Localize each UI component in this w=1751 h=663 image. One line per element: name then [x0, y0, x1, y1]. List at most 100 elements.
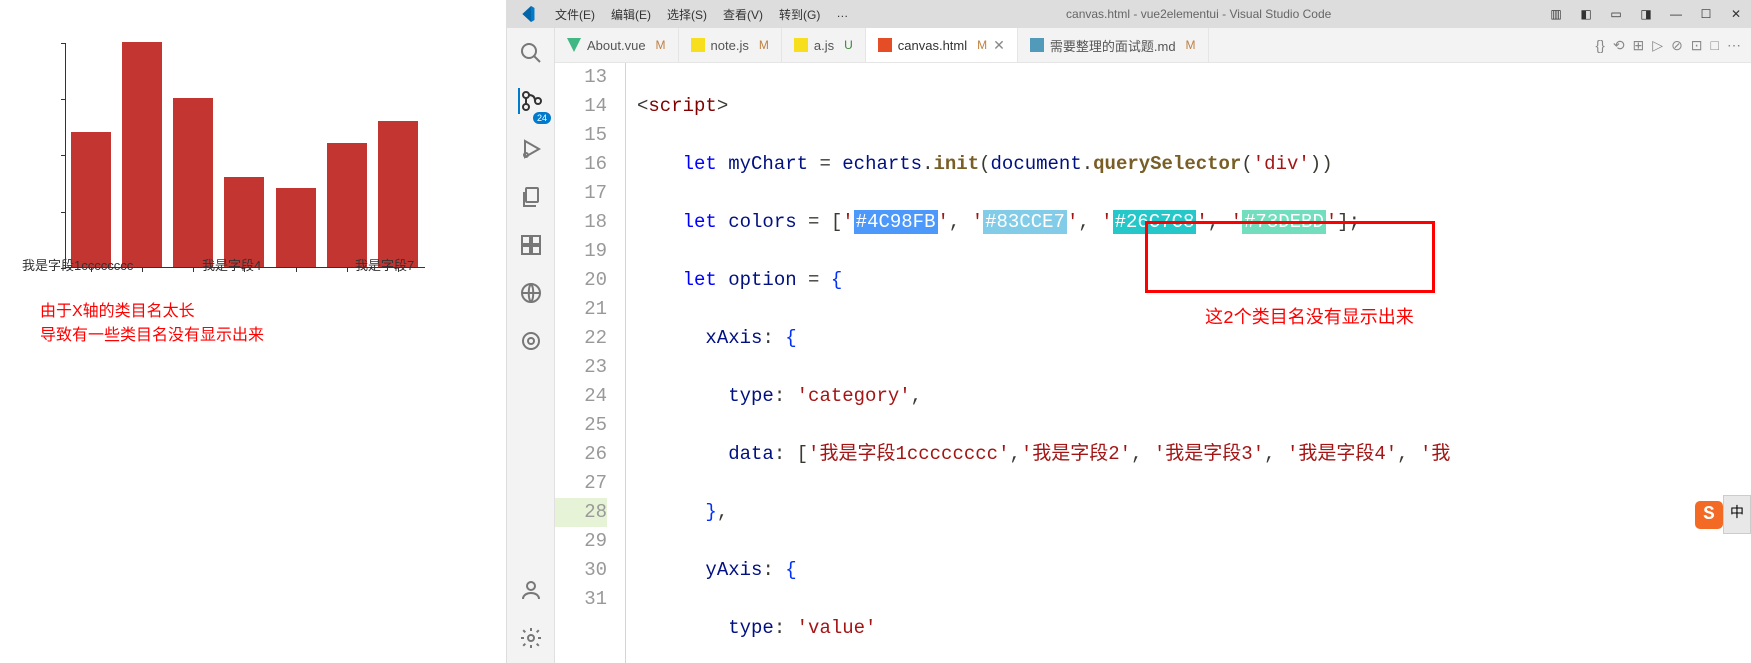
- vscode-logo-icon: [507, 6, 547, 22]
- source-control-icon[interactable]: [518, 88, 544, 114]
- tab-modified-badge: M: [977, 38, 987, 52]
- layout-bottom-icon[interactable]: ▭: [1601, 7, 1631, 21]
- annotation-text: 这2个类目名没有显示出来: [1205, 305, 1414, 334]
- line-number-gutter: 13 14 15 16 17 18 19 20 21 22 23 24 25 2…: [555, 63, 625, 663]
- line-no: 27: [555, 469, 607, 498]
- line-no: 25: [555, 411, 607, 440]
- window-title: canvas.html - vue2elementui - Visual Stu…: [856, 7, 1541, 21]
- ime-indicator[interactable]: S 中: [1695, 495, 1751, 534]
- menu-go[interactable]: 转到(G): [771, 6, 828, 23]
- tab-canvas-html[interactable]: canvas.html M ✕: [866, 28, 1018, 62]
- bar-3: [173, 98, 213, 267]
- layout-side-icon[interactable]: ◧: [1571, 7, 1601, 21]
- line-no: 15: [555, 121, 607, 150]
- tab-note-js[interactable]: note.js M: [679, 28, 782, 62]
- preview-icon[interactable]: ⊡: [1691, 37, 1703, 54]
- tab-a-js[interactable]: a.js U: [782, 28, 866, 62]
- minimize-icon[interactable]: —: [1661, 7, 1691, 21]
- note-line-2: 导致有一些类目名没有显示出来: [40, 324, 264, 348]
- chart-annotation: 由于X轴的类目名太长 导致有一些类目名没有显示出来: [40, 300, 264, 348]
- line-no: 14: [555, 92, 607, 121]
- menu-bar[interactable]: 文件(E) 编辑(E) 选择(S) 查看(V) 转到(G) …: [547, 6, 856, 23]
- tab-interview-md[interactable]: 需要整理的面试题.md M: [1018, 28, 1209, 62]
- window-controls: ▥ ◧ ▭ ◨ — ☐ ✕: [1541, 7, 1751, 21]
- tab-label: a.js: [814, 38, 834, 53]
- tab-modified-badge: M: [656, 38, 666, 52]
- settings-gear-icon[interactable]: [518, 625, 544, 651]
- run-icon[interactable]: ▷: [1652, 37, 1663, 54]
- account-icon[interactable]: [518, 577, 544, 603]
- scm-badge: 24: [533, 112, 551, 124]
- ime-mode[interactable]: 中: [1723, 495, 1751, 534]
- annotation-box: [1145, 221, 1435, 293]
- line-no: 26: [555, 440, 607, 469]
- close-icon[interactable]: ✕: [1721, 7, 1751, 21]
- x-label-7: 我是字段7: [355, 255, 414, 274]
- code-content[interactable]: <<script>script> let myChart = echarts.i…: [625, 63, 1751, 663]
- line-no: 17: [555, 179, 607, 208]
- tab-label: About.vue: [587, 38, 646, 53]
- x-label-4: 我是字段4: [202, 255, 261, 274]
- code-line[interactable]: },: [625, 498, 1751, 527]
- split-right-icon[interactable]: □: [1711, 37, 1719, 53]
- tab-close-icon[interactable]: ✕: [993, 37, 1005, 54]
- bar-5: [276, 188, 316, 267]
- remote-icon[interactable]: [518, 280, 544, 306]
- bar-4: [224, 177, 264, 267]
- tab-label: note.js: [711, 38, 749, 53]
- editor-area: About.vue M note.js M a.js U canvas.html…: [555, 28, 1751, 663]
- line-no: 28: [555, 498, 607, 527]
- menu-more[interactable]: …: [828, 6, 856, 23]
- vue-file-icon: [567, 38, 581, 52]
- html-file-icon: [878, 38, 892, 52]
- line-no: 16: [555, 150, 607, 179]
- code-line[interactable]: type: 'value': [625, 614, 1751, 643]
- diff-icon[interactable]: ⊘: [1671, 37, 1683, 54]
- line-no: 22: [555, 324, 607, 353]
- bar-1: [71, 132, 111, 267]
- maximize-icon[interactable]: ☐: [1691, 7, 1721, 21]
- code-line[interactable]: type: 'category',: [625, 382, 1751, 411]
- line-no: 30: [555, 556, 607, 585]
- menu-view[interactable]: 查看(V): [715, 6, 771, 23]
- title-bar[interactable]: 文件(E) 编辑(E) 选择(S) 查看(V) 转到(G) … canvas.h…: [507, 0, 1751, 28]
- files-icon[interactable]: [518, 184, 544, 210]
- menu-file[interactable]: 文件(E): [547, 6, 603, 23]
- js-file-icon: [691, 38, 705, 52]
- code-line[interactable]: let myChart = echarts.init(document.quer…: [625, 150, 1751, 179]
- timeline-icon[interactable]: ⟲: [1613, 37, 1625, 54]
- braces-icon[interactable]: {}: [1595, 37, 1604, 53]
- bar-2: [122, 42, 162, 267]
- bar-6: [327, 143, 367, 267]
- code-editor[interactable]: 13 14 15 16 17 18 19 20 21 22 23 24 25 2…: [555, 63, 1751, 663]
- layout-right-icon[interactable]: ◨: [1631, 7, 1661, 21]
- code-line[interactable]: data: ['我是字段1cccccccc','我是字段2', '我是字段3',…: [625, 440, 1751, 469]
- search-icon[interactable]: [518, 40, 544, 66]
- extensions-icon[interactable]: [518, 232, 544, 258]
- more-icon[interactable]: ⋯: [1727, 37, 1741, 54]
- debug-icon[interactable]: [518, 136, 544, 162]
- line-no: 20: [555, 266, 607, 295]
- menu-edit[interactable]: 编辑(E): [603, 6, 659, 23]
- code-line[interactable]: <<script>script>: [625, 92, 1751, 121]
- code-line[interactable]: xAxis: {: [625, 324, 1751, 353]
- line-no: 19: [555, 237, 607, 266]
- activity-bar: 24: [507, 28, 555, 663]
- code-line[interactable]: yAxis: {: [625, 556, 1751, 585]
- menu-select[interactable]: 选择(S): [659, 6, 715, 23]
- docker-icon[interactable]: [518, 328, 544, 354]
- line-no: 23: [555, 353, 607, 382]
- line-no: 21: [555, 295, 607, 324]
- split-icon[interactable]: ⊞: [1633, 37, 1645, 54]
- tab-untracked-badge: U: [844, 38, 853, 52]
- line-no: 31: [555, 585, 607, 614]
- sogou-logo-icon: S: [1695, 501, 1723, 529]
- vscode-window: 文件(E) 编辑(E) 选择(S) 查看(V) 转到(G) … canvas.h…: [506, 0, 1751, 663]
- layout-panel-icon[interactable]: ▥: [1541, 7, 1571, 21]
- tab-about-vue[interactable]: About.vue M: [555, 28, 679, 62]
- chart-preview-panel: 200 150 100 50 0 我是字段1cccccccc 我是字段4 我是字…: [0, 0, 506, 663]
- js-file-icon: [794, 38, 808, 52]
- bar-7: [378, 121, 418, 267]
- editor-toolbar: {} ⟲ ⊞ ▷ ⊘ ⊡ □ ⋯: [1585, 28, 1751, 62]
- line-no: 18: [555, 208, 607, 237]
